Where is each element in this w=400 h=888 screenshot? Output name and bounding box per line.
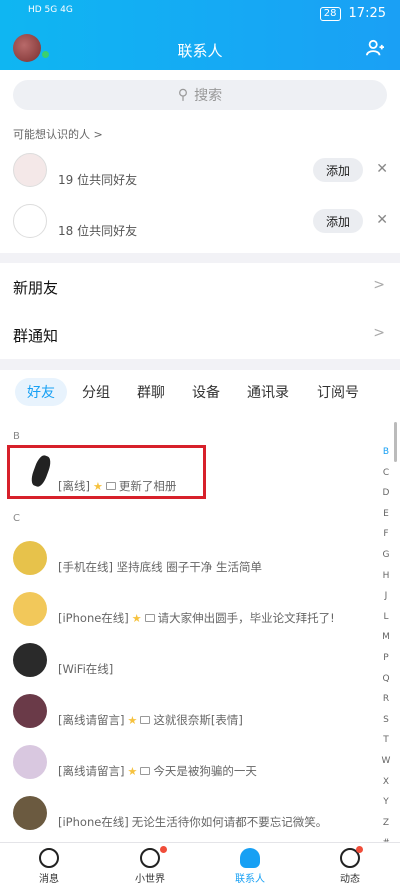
page-title: 联系人 (177, 42, 223, 60)
star-icon: ★ (127, 713, 138, 727)
mutual-friends-count: 18 位共同好友 (58, 224, 138, 238)
tab-group-chats[interactable]: 群聊 (136, 378, 166, 406)
search-placeholder: 搜索 (194, 88, 223, 104)
friend-status: [离线请留言] ★ 这就很奈斯[表情] (58, 713, 243, 727)
index-letter[interactable]: J (385, 586, 388, 607)
friend-status: [WiFi在线] (58, 662, 114, 676)
message-icon (39, 848, 59, 868)
friend-avatar[interactable] (13, 592, 47, 626)
world-icon (140, 848, 160, 868)
search-icon: ⚲ (177, 87, 189, 103)
notification-dot (356, 846, 363, 853)
index-letter[interactable]: C (383, 463, 389, 484)
nav-label: 动态 (340, 874, 360, 885)
tab-friends[interactable]: 好友 (15, 378, 67, 406)
dismiss-icon[interactable]: ✕ (376, 161, 388, 177)
chevron-right-icon: > (373, 325, 385, 341)
scrollbar[interactable] (394, 422, 397, 462)
tab-groups[interactable]: 分组 (80, 378, 112, 406)
index-letter[interactable]: S (383, 710, 389, 731)
notification-dot (160, 846, 167, 853)
alphabet-index[interactable]: B C D E F G H J L M P Q R S T W X Y Z # (380, 442, 392, 854)
index-letter[interactable]: T (383, 730, 389, 751)
menu-label: 群通知 (13, 327, 59, 345)
friend-row[interactable]: [WiFi在线] (0, 643, 380, 693)
nav-label: 小世界 (135, 874, 165, 885)
group-letter-c: C (13, 513, 20, 524)
chevron-right-icon: > (373, 277, 385, 293)
friend-row[interactable]: [离线请留言] ★ 这就很奈斯[表情] (0, 694, 380, 744)
nav-messages[interactable]: 消息 (19, 848, 79, 885)
group-letter-b: B (13, 431, 20, 442)
friend-status: [iPhone在线] ★ 请大家伸出圆手，毕业论文拜托了! (58, 611, 335, 625)
menu-new-friends[interactable]: 新朋友 > (0, 263, 400, 311)
image-icon (140, 767, 151, 775)
mutual-friends-count: 19 位共同好友 (58, 173, 138, 187)
add-friend-button[interactable]: 添加 (313, 209, 363, 233)
friend-avatar[interactable] (13, 643, 47, 677)
index-letter[interactable]: W (382, 751, 391, 772)
friend-row[interactable]: [手机在线] 坚持底线 圈子干净 生活简单 (0, 541, 380, 591)
suggestion-avatar[interactable] (13, 204, 47, 238)
star-icon: ★ (131, 611, 142, 625)
friend-row[interactable]: [iPhone在线] 无论生活待你如何请都不要忘记微笑。 (0, 796, 380, 846)
index-letter[interactable]: Z (383, 813, 389, 834)
nav-contacts[interactable]: 联系人 (220, 848, 280, 885)
menu-label: 新朋友 (13, 279, 59, 297)
contacts-icon (240, 848, 260, 868)
tab-devices[interactable]: 设备 (191, 378, 221, 406)
menu-group-notice[interactable]: 群通知 > (0, 311, 400, 359)
suggestion-row[interactable]: 18 位共同好友 添加 ✕ (0, 204, 400, 254)
index-letter[interactable]: R (383, 689, 389, 710)
suggestion-avatar[interactable] (13, 153, 47, 187)
index-letter[interactable]: M (382, 627, 390, 648)
friend-avatar[interactable] (13, 694, 47, 728)
index-letter[interactable]: P (383, 648, 388, 669)
index-letter[interactable]: E (383, 504, 389, 525)
index-letter[interactable]: G (383, 545, 390, 566)
index-letter[interactable]: L (383, 607, 388, 628)
nav-moments[interactable]: 动态 (320, 848, 380, 885)
index-letter[interactable]: F (383, 524, 388, 545)
friend-avatar[interactable] (13, 745, 47, 779)
friend-avatar[interactable] (13, 796, 47, 830)
friend-status: [离线请留言] ★ 今天是被狗骗的一天 (58, 764, 257, 778)
index-letter[interactable]: D (383, 483, 390, 504)
tab-contacts-book[interactable]: 通讯录 (246, 378, 290, 406)
status-time: 17:25 (348, 6, 386, 21)
nav-small-world[interactable]: 小世界 (120, 848, 180, 885)
nav-label: 联系人 (235, 874, 265, 885)
suggestion-title[interactable]: 可能想认识的人 > (13, 126, 103, 142)
network-icons: HD 5G 4G (28, 5, 73, 15)
index-letter[interactable]: X (383, 772, 389, 793)
battery-indicator: 28 (319, 6, 341, 21)
search-input[interactable]: ⚲ 搜索 (13, 80, 387, 110)
status-bar: HD 5G 4G 28 17:25 (0, 0, 400, 28)
nav-label: 消息 (39, 874, 59, 885)
add-friend-button[interactable]: 添加 (313, 158, 363, 182)
star-icon: ★ (127, 764, 138, 778)
friend-status: [iPhone在线] 无论生活待你如何请都不要忘记微笑。 (58, 815, 328, 829)
index-letter[interactable]: Y (383, 792, 389, 813)
friend-avatar[interactable] (13, 541, 47, 575)
dismiss-icon[interactable]: ✕ (376, 212, 388, 228)
index-letter[interactable]: H (383, 566, 390, 587)
friend-row[interactable]: [iPhone在线] ★ 请大家伸出圆手，毕业论文拜托了! (0, 592, 380, 642)
friend-row[interactable]: [离线请留言] ★ 今天是被狗骗的一天 (0, 745, 380, 795)
tab-subscriptions[interactable]: 订阅号 (316, 378, 360, 406)
suggestion-row[interactable]: 19 位共同好友 添加 ✕ (0, 153, 400, 203)
highlight-box (7, 445, 206, 499)
image-icon (144, 614, 155, 622)
index-letter[interactable]: Q (382, 669, 389, 690)
image-icon (140, 716, 151, 724)
index-letter[interactable]: B (383, 442, 389, 463)
add-contact-icon[interactable] (366, 39, 384, 57)
friend-status: [手机在线] 坚持底线 圈子干净 生活简单 (58, 560, 262, 574)
